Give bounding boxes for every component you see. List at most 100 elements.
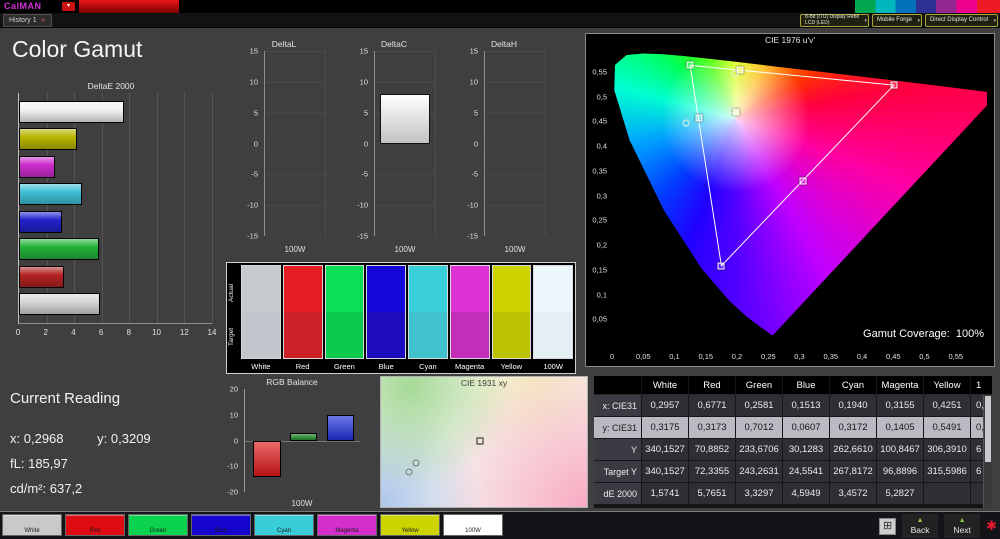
swatch-pair xyxy=(241,265,281,359)
table-header-row: WhiteRedGreenBlueCyanMagentaYellow1 xyxy=(594,376,992,395)
table-row[interactable]: y: CIE310,31750,31730,70120,06070,31720,… xyxy=(594,417,992,439)
target-swatch xyxy=(242,312,280,358)
target-swatch xyxy=(326,312,364,358)
app-logo: CalMAN xyxy=(4,1,42,11)
target-swatch xyxy=(451,312,489,358)
x-axis: 02468101214 xyxy=(18,326,212,340)
deltah-chart: DeltaH 151050-5-10-15 100W xyxy=(458,38,550,258)
swatch-pair xyxy=(366,265,406,359)
next-button[interactable]: ▲ Next xyxy=(944,514,980,538)
pattern-source-dropdown[interactable]: Mobile Forge ▾ xyxy=(872,14,922,27)
swatch-pair xyxy=(492,265,532,359)
axis-tick-label: 6 xyxy=(99,328,103,337)
gamut-triangle xyxy=(690,65,894,265)
axis-tick-label: -5 xyxy=(238,170,258,179)
close-icon[interactable]: ✕ xyxy=(41,18,46,24)
row-label: dE 2000 xyxy=(594,483,642,505)
pattern-button-cyan[interactable]: Cyan xyxy=(254,514,314,536)
coverage-label: Gamut Coverage: xyxy=(863,328,950,340)
row-label: Y xyxy=(594,439,642,461)
axis-tick-label: 0 xyxy=(348,139,368,148)
chevron-down-icon: ▾ xyxy=(993,18,996,24)
rainbow-strip xyxy=(855,0,1000,13)
reading-x-value: 0,2968 xyxy=(24,431,64,446)
axis-tick-label: 0,55 xyxy=(948,352,963,361)
cie-1931-diagram: CIE 1931 xy xyxy=(380,376,588,508)
reading-cd-label: cd/m²: xyxy=(10,481,46,496)
axis-tick-label: 0,25 xyxy=(761,352,776,361)
table-row[interactable]: Target Y340,152772,3355243,263124,554126… xyxy=(594,461,992,483)
swatch-column-yellow: Yellow xyxy=(492,265,532,373)
table-cell xyxy=(924,483,971,505)
measurement-table: WhiteRedGreenBlueCyanMagentaYellow1x: CI… xyxy=(594,376,992,508)
axis-tick-label: 0,15 xyxy=(588,265,607,274)
chart-title: CIE 1931 xy xyxy=(381,378,587,388)
back-button[interactable]: ▲ Back xyxy=(902,514,938,538)
table-row[interactable]: x: CIE310,29570,67710,25810,15130,19400,… xyxy=(594,395,992,417)
deltae-bar-100w xyxy=(19,293,100,315)
table-cell: 262,6610 xyxy=(830,439,877,461)
axis-tick-label: 0,05 xyxy=(588,315,607,324)
actual-target-swatch-panel: Actual Target WhiteRedGreenBlueCyanMagen… xyxy=(226,262,576,374)
axis-tick-label: -5 xyxy=(458,170,478,179)
axis-tick-label: 10 xyxy=(218,410,238,419)
axis-tick-label: 15 xyxy=(348,47,368,56)
table-cell: 0,6771 xyxy=(689,395,736,417)
chart-title: RGB Balance xyxy=(218,377,366,387)
x-axis: 00,050,10,150,20,250,30,350,40,450,50,55 xyxy=(612,352,987,364)
target-swatch xyxy=(534,312,572,358)
display-control-dropdown[interactable]: Direct Display Control ▾ xyxy=(925,14,998,27)
swatch-column-white: White xyxy=(241,265,281,373)
actual-swatch xyxy=(242,266,280,312)
display-profile-dropdown[interactable]: 8-Bit (ITU) Display Rebit LCD (LED) ▾ xyxy=(800,14,869,27)
axis-tick-label: 15 xyxy=(458,47,478,56)
target-swatch xyxy=(409,312,447,358)
target-point-marker xyxy=(731,71,738,78)
table-row[interactable]: Y340,152770,8852233,670630,1283262,66101… xyxy=(594,439,992,461)
table-cell: 5,2827 xyxy=(877,483,924,505)
pattern-button-yellow[interactable]: Yellow xyxy=(380,514,440,536)
actual-swatch xyxy=(284,266,322,312)
pattern-button-100w[interactable]: 100W xyxy=(443,514,503,536)
scrollbar[interactable] xyxy=(983,395,992,508)
pattern-button-magenta[interactable]: Magenta xyxy=(317,514,377,536)
pattern-button-red[interactable]: Red xyxy=(65,514,125,536)
swatch-label: Blue xyxy=(366,359,406,373)
table-cell: 0,3155 xyxy=(877,395,924,417)
tab-history-1[interactable]: History 1✕ xyxy=(3,14,52,27)
pattern-button-blue[interactable]: Blue xyxy=(191,514,251,536)
swatch-label: Magenta xyxy=(450,359,490,373)
measurement-table-panel: WhiteRedGreenBlueCyanMagentaYellow1x: CI… xyxy=(594,376,992,508)
workflow-dropdowns: 8-Bit (ITU) Display Rebit LCD (LED) ▾ Mo… xyxy=(800,14,998,27)
pattern-button-white[interactable]: White xyxy=(2,514,62,536)
axis-tick-label: 20 xyxy=(218,385,238,394)
pattern-button-green[interactable]: Green xyxy=(128,514,188,536)
axis-tick-label: -10 xyxy=(348,201,368,210)
axis-tick-label: 0,1 xyxy=(669,352,679,361)
app-menu-button[interactable]: ▾ xyxy=(62,2,75,11)
table-row[interactable]: dE 20001,57415,76513,32974,59493,45725,2… xyxy=(594,483,992,505)
layout-grid-icon[interactable]: ⊞ xyxy=(879,518,896,535)
column-header: Blue xyxy=(783,376,830,395)
actual-swatch xyxy=(409,266,447,312)
column-header: 1 xyxy=(971,376,992,395)
column-header xyxy=(594,376,642,395)
table-cell: 5,7651 xyxy=(689,483,736,505)
pattern-label: Yellow xyxy=(381,528,439,535)
deltae-bar-white xyxy=(19,101,124,123)
next-button-label: Next xyxy=(953,525,970,535)
table-cell: 4,5949 xyxy=(783,483,830,505)
scrollbar-thumb[interactable] xyxy=(985,396,991,462)
spectracal-star-icon[interactable]: ✱ xyxy=(986,518,997,534)
title-bar: CalMAN ▾ xyxy=(0,0,1000,13)
table-cell: 0,1513 xyxy=(783,395,830,417)
table-cell: 0,7012 xyxy=(736,417,783,439)
axis-tick-label: 0,5 xyxy=(919,352,929,361)
dropdown-label: LCD (LED) xyxy=(805,21,859,27)
axis-tick-label: 15 xyxy=(238,47,258,56)
rgb-balance-chart: RGB Balance 20100-10-20 100W xyxy=(218,376,366,512)
table-cell: 0,3175 xyxy=(642,417,689,439)
chart-plot-area xyxy=(612,47,987,344)
y-axis: 151050-5-10-15 xyxy=(348,51,371,236)
arrow-up-icon: ▲ xyxy=(959,517,966,525)
